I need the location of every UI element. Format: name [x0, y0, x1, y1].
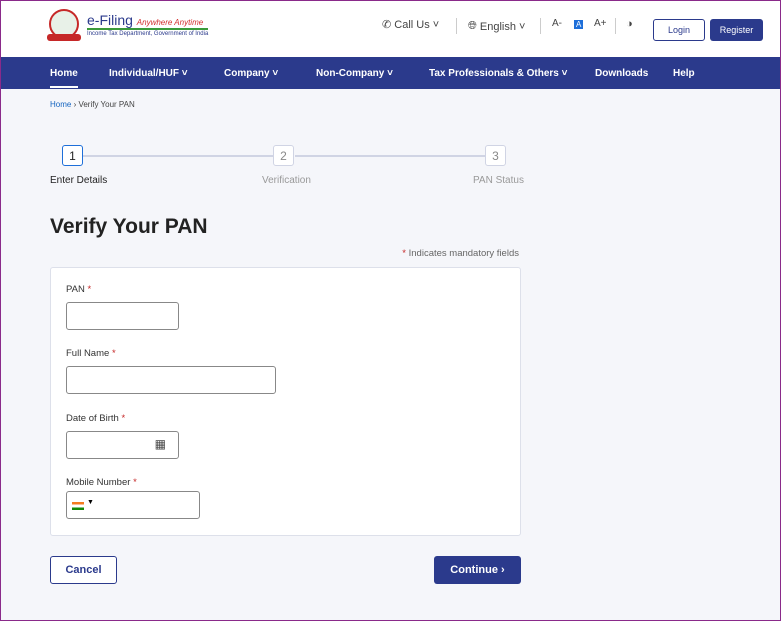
- step-2-label: Verification: [262, 175, 311, 186]
- step-3: 3: [485, 145, 506, 166]
- nav-tax-professionals[interactable]: Tax Professionals & Others ˅: [429, 68, 567, 79]
- step-3-label: PAN Status: [473, 175, 524, 186]
- nav-home[interactable]: Home: [50, 59, 78, 88]
- pan-label: PAN *: [66, 284, 92, 295]
- page-title: Verify Your PAN: [50, 215, 208, 238]
- nav-help[interactable]: Help: [673, 68, 695, 79]
- continue-button[interactable]: Continue ›: [434, 556, 521, 584]
- full-name-label: Full Name *: [66, 348, 116, 359]
- calendar-icon[interactable]: ▦: [155, 437, 166, 451]
- header: e-Filing Anywhere Anytime Income Tax Dep…: [1, 1, 780, 57]
- font-increase-button[interactable]: A+: [594, 18, 607, 29]
- dob-input[interactable]: ▦: [66, 431, 179, 459]
- font-normal-button[interactable]: A: [574, 20, 584, 29]
- breadcrumb-current: Verify Your PAN: [78, 100, 135, 109]
- logo-title: e-Filing: [87, 11, 133, 28]
- font-decrease-button[interactable]: A-: [552, 18, 562, 29]
- main-nav: Home Individual/HUF ˅ Company ˅ Non-Comp…: [1, 57, 780, 89]
- step-2: 2: [273, 145, 294, 166]
- register-button[interactable]: Register: [710, 19, 763, 41]
- contrast-icon[interactable]: ◑: [626, 18, 633, 30]
- login-button[interactable]: Login: [653, 19, 705, 41]
- call-us-dropdown[interactable]: ✆ Call Us ˅: [382, 18, 439, 32]
- dob-label: Date of Birth *: [66, 413, 126, 424]
- asterisk: *: [402, 248, 406, 259]
- nav-downloads[interactable]: Downloads: [595, 68, 648, 79]
- divider: [615, 18, 616, 34]
- pan-input[interactable]: [66, 302, 179, 330]
- divider: [540, 18, 541, 34]
- step-1-label: Enter Details: [50, 175, 108, 186]
- language-dropdown[interactable]: 🌐︎ English ˅: [468, 20, 525, 33]
- breadcrumb-home[interactable]: Home: [50, 100, 71, 109]
- divider: [456, 18, 457, 34]
- mobile-label: Mobile Number *: [66, 477, 137, 488]
- stepper-connector: [295, 155, 485, 157]
- nav-individual[interactable]: Individual/HUF ˅: [109, 68, 188, 79]
- nav-company[interactable]: Company ˅: [224, 68, 278, 79]
- call-us-label: Call Us: [394, 18, 430, 31]
- breadcrumb: Home › Verify Your PAN: [50, 100, 135, 109]
- step-1: 1: [62, 145, 83, 166]
- nav-non-company[interactable]: Non-Company ˅: [316, 68, 393, 79]
- mandatory-text: Indicates mandatory fields: [408, 248, 519, 259]
- country-dropdown-icon[interactable]: ▼: [87, 499, 94, 506]
- mobile-input[interactable]: ▼: [66, 491, 200, 519]
- emblem-icon: [47, 9, 81, 41]
- logo-tagline: Anywhere Anytime: [136, 17, 204, 27]
- stepper-connector: [83, 155, 273, 157]
- language-label: English: [479, 20, 516, 33]
- mandatory-note: * Indicates mandatory fields: [402, 248, 519, 259]
- efiling-logo[interactable]: e-Filing Anywhere Anytime Income Tax Dep…: [47, 9, 209, 41]
- logo-subtitle: Income Tax Department, Government of Ind…: [87, 27, 209, 37]
- full-name-input[interactable]: [66, 366, 276, 394]
- cancel-button[interactable]: Cancel: [50, 556, 117, 584]
- globe-icon: 🌐︎: [468, 20, 477, 32]
- phone-icon: ✆: [382, 19, 392, 31]
- india-flag-icon[interactable]: [72, 502, 84, 510]
